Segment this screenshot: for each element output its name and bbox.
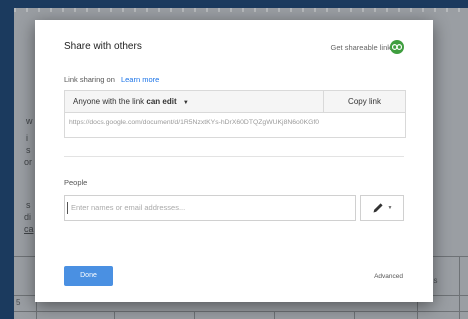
edit-permission-dropdown[interactable]: ▼: [360, 195, 404, 221]
table-line: [114, 311, 115, 319]
chevron-down-icon: ▼: [182, 100, 189, 106]
people-label: People: [64, 178, 88, 187]
share-url-field[interactable]: https://docs.google.com/document/d/1R5Nz…: [69, 119, 401, 126]
link-sharing-status: Link sharing on Learn more: [64, 75, 159, 84]
share-dialog: Share with others Get shareable link Lin…: [35, 20, 433, 302]
doc-text-fragment: s: [26, 200, 31, 210]
advanced-link[interactable]: Advanced: [374, 273, 403, 280]
link-box: Anyone with the link can edit ▼ Copy lin…: [64, 90, 406, 138]
access-prefix: Anyone with the link: [73, 97, 145, 106]
table-line: [459, 256, 460, 319]
doc-text-fragment: i: [26, 133, 28, 143]
chevron-down-icon: ▼: [387, 205, 393, 211]
pencil-icon: [373, 203, 383, 213]
doc-text-fragment: or: [24, 157, 33, 167]
table-cell: 5: [16, 298, 21, 307]
ruler: [14, 8, 468, 12]
doc-text-fragment: di: [24, 212, 32, 222]
table-line: [274, 311, 275, 319]
link-sharing-label: Link sharing on: [64, 75, 115, 84]
doc-text-fragment: ca: [24, 224, 34, 234]
table-line: [354, 311, 355, 319]
copy-link-button[interactable]: Copy link: [323, 91, 405, 113]
dialog-title: Share with others: [64, 41, 142, 52]
doc-text-fragment: w: [26, 116, 33, 126]
table-line: [194, 311, 195, 319]
people-input[interactable]: Enter names or email addresses...: [64, 195, 356, 221]
learn-more-link[interactable]: Learn more: [121, 75, 159, 84]
get-shareable-link[interactable]: Get shareable link: [331, 43, 391, 52]
table-line: [14, 311, 468, 312]
access-level: can edit: [146, 97, 177, 106]
divider: [64, 156, 404, 157]
link-icon[interactable]: [390, 40, 404, 54]
link-access-dropdown[interactable]: Anyone with the link can edit ▼: [65, 91, 323, 113]
link-icon: [392, 44, 402, 50]
done-button[interactable]: Done: [64, 266, 113, 286]
doc-text-fragment: s: [26, 145, 31, 155]
